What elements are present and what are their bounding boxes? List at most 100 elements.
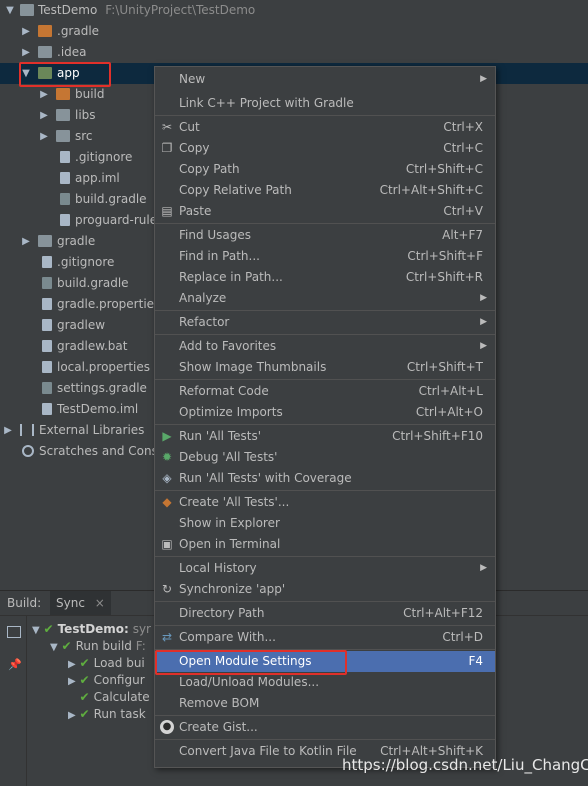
menu-item-copy-path[interactable]: Copy Path Ctrl+Shift+C: [155, 159, 495, 180]
close-icon[interactable]: ×: [95, 596, 105, 610]
tree-item-idea[interactable]: ▶ .idea: [0, 42, 588, 63]
menu-item-reformat-code[interactable]: Reformat Code Ctrl+Alt+L: [155, 381, 495, 402]
chevron-right-icon: ▶: [480, 563, 487, 573]
menu-item-find-in-path[interactable]: Find in Path... Ctrl+Shift+F: [155, 246, 495, 267]
tree-item-label: proguard-rule: [75, 213, 158, 227]
tree-item-gradle-dir[interactable]: ▶ .gradle: [0, 21, 588, 42]
build-row-label: Run build: [75, 639, 132, 653]
tree-item-label: libs: [75, 108, 96, 122]
tab-sync[interactable]: Sync ×: [50, 591, 111, 615]
menu-item-compare-with[interactable]: ⇄ Compare With... Ctrl+D: [155, 627, 495, 648]
menu-item-refactor[interactable]: Refactor ▶: [155, 312, 495, 333]
check-icon: ✔: [79, 707, 90, 721]
menu-item-directory-path[interactable]: Directory Path Ctrl+Alt+F12: [155, 603, 495, 624]
gradle-icon: [42, 382, 52, 394]
menu-separator: [155, 739, 495, 740]
menu-item-new[interactable]: New ▶: [155, 69, 495, 90]
tree-item-label: gradle.propertie: [57, 297, 155, 311]
folder-icon: [20, 4, 34, 16]
menu-item-label: Show in Explorer: [179, 516, 280, 530]
tab-build[interactable]: Build:: [7, 591, 41, 615]
build-row-label: Run task: [93, 707, 146, 721]
tree-item-label: TestDemo: [38, 3, 98, 17]
menu-item-copy[interactable]: ❐ Copy Ctrl+C: [155, 138, 495, 159]
menu-item-synchronize[interactable]: ↻ Synchronize 'app': [155, 579, 495, 600]
menu-item-label: Run 'All Tests' with Coverage: [179, 471, 352, 485]
chevron-right-icon[interactable]: ▶: [39, 126, 49, 147]
menu-item-remove-bom[interactable]: Remove BOM: [155, 693, 495, 714]
menu-item-show-image-thumbnails[interactable]: Show Image Thumbnails Ctrl+Shift+T: [155, 357, 495, 378]
menu-item-optimize-imports[interactable]: Optimize Imports Ctrl+Alt+O: [155, 402, 495, 423]
tree-item-label: settings.gradle: [57, 381, 147, 395]
menu-item-replace-in-path[interactable]: Replace in Path... Ctrl+Shift+R: [155, 267, 495, 288]
context-menu: New ▶ Link C++ Project with Gradle ✂ Cut Ct…: [154, 66, 496, 768]
tree-item-root[interactable]: ▼ TestDemo F:\UnityProject\TestDemo: [0, 0, 588, 21]
chevron-right-icon[interactable]: ▶: [39, 105, 49, 126]
menu-item-shortcut: Ctrl+Shift+F: [407, 249, 483, 263]
menu-item-load-unload-modules[interactable]: Load/Unload Modules...: [155, 672, 495, 693]
menu-item-show-in-explorer[interactable]: Show in Explorer: [155, 513, 495, 534]
chevron-down-icon[interactable]: ▼: [5, 0, 15, 21]
tree-item-label: .gitignore: [75, 150, 133, 164]
check-icon: ✔: [61, 639, 72, 653]
menu-item-label: Copy Relative Path: [179, 183, 292, 197]
menu-item-analyze[interactable]: Analyze ▶: [155, 288, 495, 309]
gradle-icon: [60, 193, 70, 205]
coverage-icon: ◈: [162, 471, 172, 485]
tree-item-label: build.gradle: [75, 192, 147, 206]
build-row[interactable]: ▶ ✔Calculate: [68, 688, 150, 706]
menu-item-run-all-tests[interactable]: ▶ Run 'All Tests' Ctrl+Shift+F10: [155, 426, 495, 447]
tree-item-label: app.iml: [75, 171, 120, 185]
build-row-label: Load bui: [93, 656, 145, 670]
copy-icon: ❐: [161, 141, 173, 155]
menu-item-local-history[interactable]: Local History ▶: [155, 558, 495, 579]
tree-item-label: External Libraries: [39, 423, 145, 437]
menu-item-find-usages[interactable]: Find Usages Alt+F7: [155, 225, 495, 246]
menu-item-create-all-tests[interactable]: ◆ Create 'All Tests'...: [155, 492, 495, 513]
menu-item-label: Directory Path: [179, 606, 265, 620]
folder-icon: [38, 46, 52, 58]
chevron-right-icon[interactable]: ▶: [3, 420, 13, 441]
build-row[interactable]: ▶ ✔ Run task: [68, 705, 146, 723]
build-row[interactable]: ▶ ✔ Configur: [68, 671, 145, 689]
build-row[interactable]: ▼ ✔ Run build F:: [50, 637, 146, 655]
pin-icon[interactable]: 📌: [8, 658, 22, 671]
menu-item-label: Remove BOM: [179, 696, 260, 710]
menu-separator: [155, 334, 495, 335]
check-icon: ✔: [43, 622, 54, 636]
build-row-detail: F:: [135, 639, 146, 653]
menu-item-shortcut: F4: [468, 654, 483, 668]
menu-item-run-with-coverage[interactable]: ◈ Run 'All Tests' with Coverage: [155, 468, 495, 489]
menu-item-label: Load/Unload Modules...: [179, 675, 320, 689]
tree-item-label: build.gradle: [57, 276, 129, 290]
menu-item-paste[interactable]: ▤ Paste Ctrl+V: [155, 201, 495, 222]
library-icon: [20, 424, 34, 436]
menu-item-cut[interactable]: ✂ Cut Ctrl+X: [155, 117, 495, 138]
menu-item-label: Optimize Imports: [179, 405, 283, 419]
chevron-right-icon[interactable]: ▶: [21, 21, 31, 42]
tree-item-label: local.properties: [57, 360, 151, 374]
menu-item-add-to-favorites[interactable]: Add to Favorites ▶: [155, 336, 495, 357]
menu-item-open-in-terminal[interactable]: ▣ Open in Terminal: [155, 534, 495, 555]
menu-item-label: Replace in Path...: [179, 270, 283, 284]
menu-item-label: Synchronize 'app': [179, 582, 286, 596]
menu-item-shortcut: Ctrl+Alt+F12: [403, 606, 483, 620]
build-row[interactable]: ▶ ✔ Load bui: [68, 654, 145, 672]
chevron-right-icon: ▶: [480, 293, 487, 303]
menu-item-copy-relative-path[interactable]: Copy Relative Path Ctrl+Alt+Shift+C: [155, 180, 495, 201]
folder-icon: [38, 235, 52, 247]
menu-item-debug-all-tests[interactable]: ✹ Debug 'All Tests': [155, 447, 495, 468]
chevron-right-icon[interactable]: ▶: [21, 231, 31, 252]
menu-item-shortcut: Ctrl+Alt+O: [415, 405, 483, 419]
build-row-label: Calculate: [93, 690, 150, 704]
restart-icon[interactable]: [7, 626, 21, 638]
chevron-right-icon[interactable]: ▶: [21, 42, 31, 63]
menu-item-shortcut: Ctrl+Shift+F10: [392, 429, 483, 443]
gradle-icon: [42, 277, 52, 289]
menu-item-create-gist[interactable]: ● Create Gist...: [155, 717, 495, 738]
build-row[interactable]: ▼ ✔ TestDemo: syr: [32, 620, 151, 638]
menu-item-label: Copy: [179, 141, 210, 155]
menu-item-shortcut: Ctrl+Shift+T: [406, 360, 483, 374]
chevron-right-icon[interactable]: ▶: [39, 84, 49, 105]
menu-item-link-cpp[interactable]: Link C++ Project with Gradle: [155, 93, 495, 114]
